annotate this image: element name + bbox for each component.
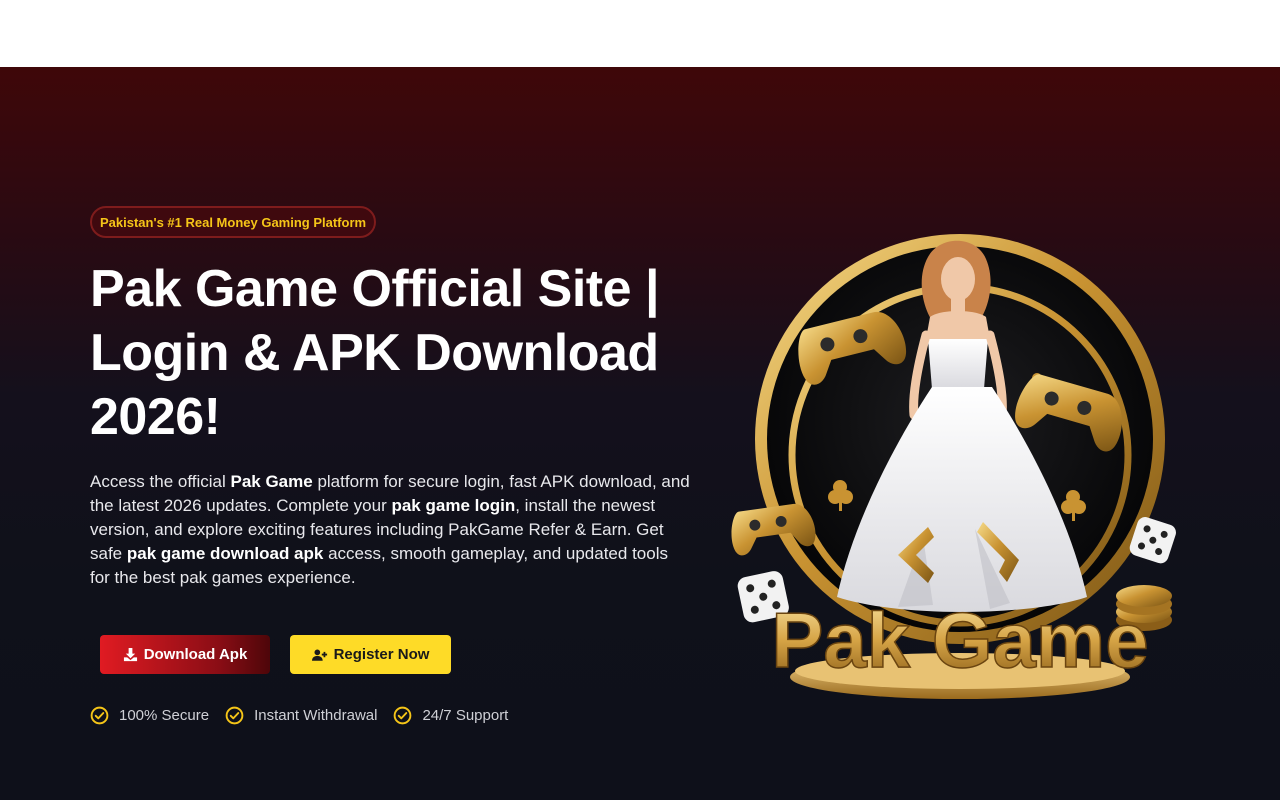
desc-bold-1: Pak Game xyxy=(230,472,313,491)
download-apk-button[interactable]: Download Apk xyxy=(100,635,270,674)
feature-label: Instant Withdrawal xyxy=(254,706,378,724)
desc-text-1: Access the official xyxy=(90,472,231,491)
desc-bold-2: pak game login xyxy=(391,496,516,515)
feature-item-withdrawal: Instant Withdrawal xyxy=(225,706,377,725)
desc-bold-3: pak game download apk xyxy=(126,544,324,563)
user-plus-icon xyxy=(311,648,328,662)
platform-badge-text: Pakistan's #1 Real Money Gaming Platform xyxy=(100,214,367,230)
hero-section: Pakistan's #1 Real Money Gaming Platform… xyxy=(0,67,1280,800)
download-icon xyxy=(123,647,138,662)
check-circle-icon xyxy=(225,706,244,724)
check-circle-icon xyxy=(90,706,109,724)
download-apk-label: Download Apk xyxy=(143,646,248,663)
page-title: Pak Game Official Site | Login & APK Dow… xyxy=(90,260,660,446)
register-now-button[interactable]: Register Now xyxy=(290,635,451,674)
hero-description: Access the official Pak Game platform fo… xyxy=(90,470,690,590)
register-now-label: Register Now xyxy=(333,646,430,663)
check-circle-icon xyxy=(394,706,412,724)
feature-label: 24/7 Support xyxy=(422,706,509,724)
top-navbar xyxy=(0,0,1280,67)
pak-game-logo-text: Pak Game xyxy=(771,596,1148,684)
feature-list: 100% Secure Instant Withdrawal 24/7 Supp… xyxy=(90,704,508,726)
feature-label: 100% Secure xyxy=(119,706,210,724)
feature-item-secure: 100% Secure xyxy=(90,706,209,725)
feature-item-support: 24/7 Support xyxy=(393,706,508,725)
hero-illustration: Pak Game xyxy=(731,234,1176,699)
platform-badge: Pakistan's #1 Real Money Gaming Platform xyxy=(90,206,377,238)
